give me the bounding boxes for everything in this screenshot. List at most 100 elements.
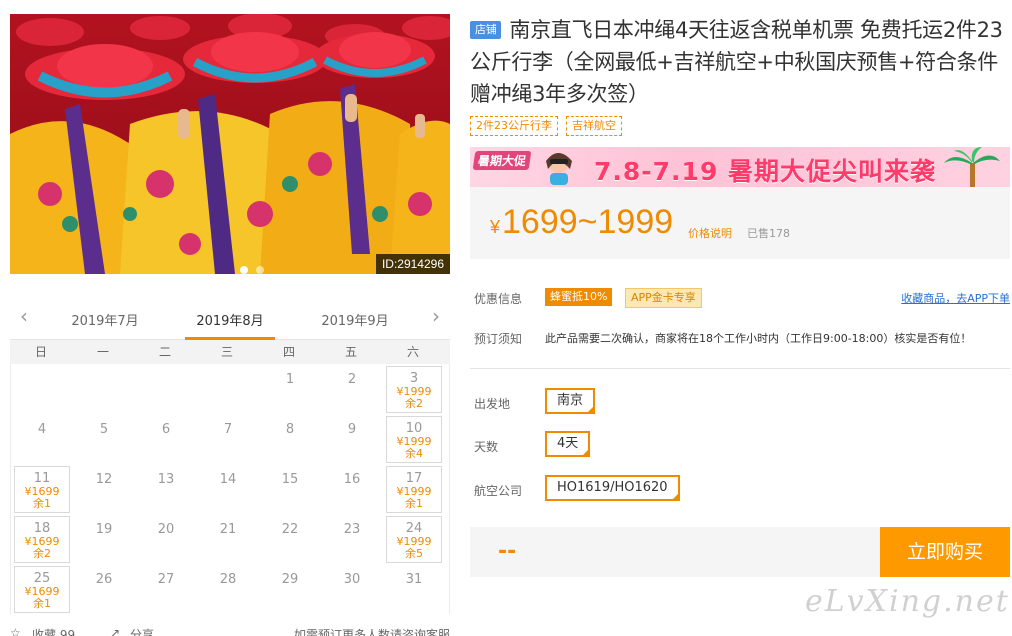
day-remaining: 余1: [405, 497, 423, 510]
summer-promo-banner[interactable]: 暑期大促 7.8-7.19 暑期大促尖叫来袭: [470, 147, 1010, 187]
festival-photo: [10, 14, 450, 274]
day-number: 15: [281, 472, 299, 487]
day-number: 23: [343, 522, 361, 537]
calendar-day-available[interactable]: 24 ¥1999 余5: [386, 516, 442, 563]
calendar-day: 29: [259, 564, 321, 614]
calendar-month-nav: ‹ 2019年7月 2019年8月 2019年9月 ›: [10, 296, 450, 340]
calendar-day: [11, 364, 73, 414]
tab-month-next[interactable]: 2019年9月: [310, 310, 400, 329]
prev-month-chevron-icon[interactable]: ‹: [14, 306, 34, 326]
next-month-chevron-icon[interactable]: ›: [426, 306, 446, 326]
airline-option[interactable]: HO1619/HO1620: [545, 475, 680, 501]
tab-month-prev[interactable]: 2019年7月: [60, 310, 150, 329]
day-number: 9: [347, 422, 357, 437]
calendar-day: 5: [73, 414, 135, 464]
promo-text: 7.8-7.19 暑期大促尖叫来袭: [594, 157, 937, 186]
day-number: 11: [33, 471, 51, 486]
day-number: 2: [347, 372, 357, 387]
product-title-text: 南京直飞日本冲绳4天往返含税单机票 免费托运2件23公斤行李（全网最低+吉祥航空…: [470, 18, 1003, 106]
day-number: 29: [281, 572, 299, 587]
calendar-day: 22: [259, 514, 321, 564]
price-box: ¥1699~1999 价格说明 已售178: [470, 187, 1010, 259]
calendar-day-grid: 1 2 3 ¥1999 余2 4 5 6 7 8 9 10 ¥1999 余4 11 ¥1699 余1 12 13 14…: [10, 364, 450, 614]
promo-girl-illustration: [546, 153, 572, 185]
calendar-day-available[interactable]: 25 ¥1699 余1: [14, 566, 70, 613]
day-number: 24: [405, 521, 423, 536]
product-hero-image[interactable]: ID:2914296: [10, 14, 450, 274]
tab-month-current[interactable]: 2019年8月: [185, 310, 275, 329]
calendar-day: 30: [321, 564, 383, 614]
calendar-day: 6: [135, 414, 197, 464]
weekday-label: 二: [158, 345, 171, 359]
calendar-day: 27: [135, 564, 197, 614]
day-number: 17: [405, 471, 423, 486]
active-month-indicator: [185, 337, 275, 340]
weekday-label: 四: [282, 345, 295, 359]
calendar-day: 2: [321, 364, 383, 414]
calendar-day: 13: [135, 464, 197, 514]
booking-notice-text: 此产品需要二次确认，商家将在18个工作小时内（工作日9:00-18:00）核实是…: [545, 332, 972, 345]
store-tag: 店铺: [470, 21, 502, 39]
calendar-day: 14: [197, 464, 259, 514]
buy-bar: -- 立即购买: [470, 527, 1010, 577]
calendar-day: 15: [259, 464, 321, 514]
weekday-label: 五: [344, 345, 357, 359]
carousel-dot[interactable]: [240, 266, 248, 274]
day-number: 10: [405, 421, 423, 436]
favorite-app-link[interactable]: 收藏商品，去APP下单: [901, 290, 1010, 306]
weekday-label: 一: [96, 345, 109, 359]
calendar-day: 4: [11, 414, 73, 464]
calendar-day-available[interactable]: 11 ¥1699 余1: [14, 466, 70, 513]
product-info-panel: 店铺 南京直飞日本冲绳4天往返含税单机票 免费托运2件23公斤行李（全网最低+吉祥…: [470, 14, 1010, 577]
day-number: 18: [33, 521, 51, 536]
day-number: 16: [343, 472, 361, 487]
day-number: 27: [157, 572, 175, 587]
weekday-header: 日 一 二 三 四 五 六: [10, 340, 450, 364]
currency-symbol: ¥: [490, 217, 501, 237]
calendar-day-available[interactable]: 18 ¥1699 余2: [14, 516, 70, 563]
day-number: 21: [219, 522, 237, 537]
weekday-label: 六: [406, 345, 419, 359]
feature-tag: 2件23公斤行李: [470, 116, 558, 136]
product-tags: 2件23公斤行李 吉祥航空: [470, 116, 1010, 136]
day-remaining: 余1: [33, 497, 51, 510]
date-calendar: ‹ 2019年7月 2019年8月 2019年9月 › 日 一 二 三 四 五 …: [10, 296, 450, 614]
days-option[interactable]: 4天: [545, 431, 591, 457]
calendar-day: 26: [73, 564, 135, 614]
share-link[interactable]: 分享: [130, 626, 154, 636]
price-value: 1699~1999: [502, 203, 674, 241]
departure-option[interactable]: 南京: [545, 388, 596, 414]
feature-tag: 吉祥航空: [566, 116, 622, 136]
calendar-day: 16: [321, 464, 383, 514]
honey-discount-badge: 蜂蜜抵10%: [545, 288, 613, 306]
calendar-day-available[interactable]: 17 ¥1999 余1: [386, 466, 442, 513]
day-number: 22: [281, 522, 299, 537]
day-number: 31: [405, 572, 423, 587]
carousel-dots[interactable]: [240, 266, 264, 274]
share-icon[interactable]: ↗: [110, 626, 120, 636]
calendar-day: 7: [197, 414, 259, 464]
day-number: 12: [95, 472, 113, 487]
calendar-footer: ☆ 收藏 99 ↗ 分享 如需预订更多人数请咨询客服: [10, 626, 450, 636]
day-remaining: 余1: [33, 597, 51, 610]
days-label: 天数: [474, 440, 499, 454]
day-number: 26: [95, 572, 113, 587]
calendar-day: 31: [383, 564, 445, 614]
contact-service-note[interactable]: 如需预订更多人数请咨询客服: [294, 626, 450, 636]
favorite-count[interactable]: 收藏 99: [32, 626, 75, 636]
day-number: 8: [285, 422, 295, 437]
calendar-day: 19: [73, 514, 135, 564]
day-number: 20: [157, 522, 175, 537]
calendar-day-available[interactable]: 3 ¥1999 余2: [386, 366, 442, 413]
day-remaining: 余2: [33, 547, 51, 560]
calendar-day: [197, 364, 259, 414]
favorite-star-icon[interactable]: ☆: [10, 626, 21, 636]
price-explanation-link[interactable]: 价格说明: [688, 225, 732, 241]
calendar-day-available[interactable]: 10 ¥1999 余4: [386, 416, 442, 463]
day-number: 19: [95, 522, 113, 537]
buy-now-button[interactable]: 立即购买: [880, 527, 1010, 577]
day-number: 13: [157, 472, 175, 487]
day-number: 3: [409, 371, 419, 386]
carousel-dot[interactable]: [256, 266, 264, 274]
day-remaining: 余5: [405, 547, 423, 560]
